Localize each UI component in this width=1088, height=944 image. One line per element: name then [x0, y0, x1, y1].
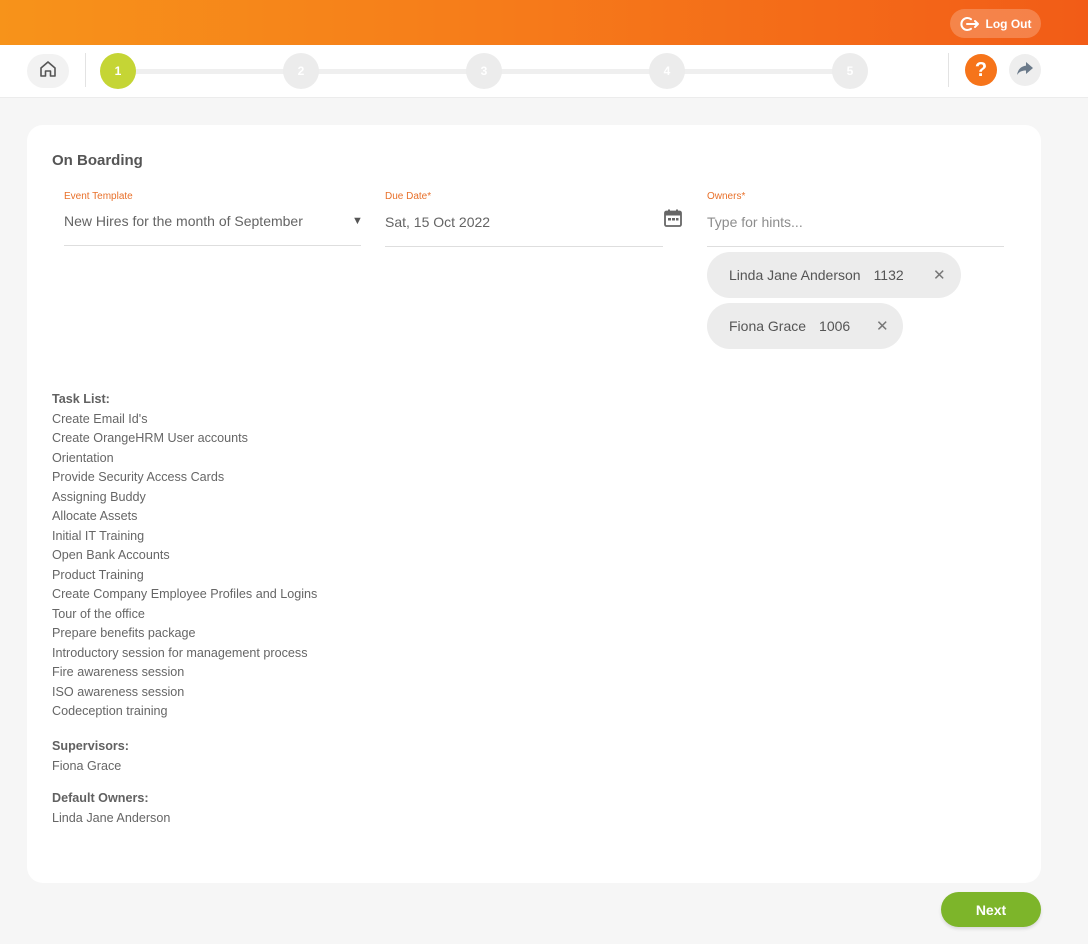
- top-header-bar: Log Out: [0, 0, 1088, 45]
- task-list-heading: Task List:: [52, 392, 110, 406]
- remove-owner-icon[interactable]: ✕: [876, 317, 889, 335]
- task-item: Fire awareness session: [52, 665, 185, 679]
- event-template-underline: [64, 245, 361, 246]
- supervisors-heading: Supervisors:: [52, 739, 129, 753]
- due-date-input[interactable]: Sat, 15 Oct 2022: [385, 214, 490, 230]
- default-owner-item: Linda Jane Anderson: [52, 810, 171, 825]
- help-button[interactable]: ?: [965, 54, 997, 86]
- owner-chip-id: 1006: [819, 318, 851, 334]
- default-owners-heading: Default Owners:: [52, 791, 149, 805]
- step-2[interactable]: 2: [283, 53, 319, 89]
- task-item: Create Company Employee Profiles and Log…: [52, 587, 318, 601]
- owner-chip: Linda Jane Anderson 1132 ✕: [707, 252, 961, 298]
- owner-chip-name: Linda Jane Anderson: [729, 267, 861, 283]
- task-item: Create OrangeHRM User accounts: [52, 431, 248, 445]
- event-template-label: Event Template: [64, 191, 133, 202]
- task-item: Orientation: [52, 450, 114, 465]
- home-icon: [38, 59, 58, 84]
- calendar-icon[interactable]: [663, 208, 683, 233]
- event-template-select[interactable]: New Hires for the month of September: [64, 213, 303, 229]
- task-item: Create Email Id's: [52, 411, 148, 426]
- owner-chip: Fiona Grace 1006 ✕: [707, 303, 903, 349]
- task-item: Open Bank Accounts: [52, 548, 170, 562]
- logout-label: Log Out: [985, 16, 1032, 31]
- divider: [948, 53, 949, 87]
- task-item: Product Training: [52, 567, 144, 582]
- logout-icon: [959, 16, 980, 32]
- default-owners-list: Default Owners: Linda Jane Anderson: [52, 789, 170, 828]
- onboarding-card: On Boarding Event Template New Hires for…: [27, 125, 1041, 883]
- task-item: Provide Security Access Cards: [52, 470, 225, 484]
- home-button[interactable]: [27, 54, 69, 88]
- owners-underline: [707, 246, 1004, 247]
- supervisor-item: Fiona Grace: [52, 758, 122, 773]
- step-4[interactable]: 4: [649, 53, 685, 89]
- supervisors-list: Supervisors: Fiona Grace: [52, 737, 129, 776]
- task-item: Codeception training: [52, 704, 168, 718]
- share-icon: [1016, 60, 1034, 81]
- divider: [85, 53, 86, 87]
- task-item: ISO awareness session: [52, 684, 185, 699]
- remove-owner-icon[interactable]: ✕: [933, 266, 946, 284]
- task-item: Assigning Buddy: [52, 489, 146, 504]
- next-button[interactable]: Next: [941, 892, 1041, 927]
- logout-button[interactable]: Log Out: [950, 9, 1041, 38]
- due-date-underline: [385, 246, 663, 247]
- dropdown-arrow-icon[interactable]: ▼: [352, 215, 363, 227]
- owner-chip-name: Fiona Grace: [729, 318, 807, 334]
- owner-chip-id: 1132: [873, 267, 904, 283]
- task-item: Initial IT Training: [52, 528, 145, 543]
- due-date-label: Due Date*: [385, 191, 432, 202]
- step-3[interactable]: 3: [466, 53, 502, 89]
- step-1[interactable]: 1: [100, 53, 136, 89]
- page-title: On Boarding: [52, 152, 143, 169]
- task-list: Task List: Create Email Id's Create Oran…: [52, 390, 317, 722]
- owners-input[interactable]: Type for hints...: [707, 214, 803, 230]
- stepper-bar: 1 2 3 4 5 ?: [0, 45, 1088, 98]
- task-item: Introductory session for management proc…: [52, 645, 308, 660]
- task-item: Prepare benefits package: [52, 626, 196, 640]
- task-item: Tour of the office: [52, 606, 145, 621]
- task-item: Allocate Assets: [52, 509, 138, 523]
- share-button[interactable]: [1009, 54, 1041, 86]
- step-5[interactable]: 5: [832, 53, 868, 89]
- owners-label: Owners*: [707, 191, 746, 202]
